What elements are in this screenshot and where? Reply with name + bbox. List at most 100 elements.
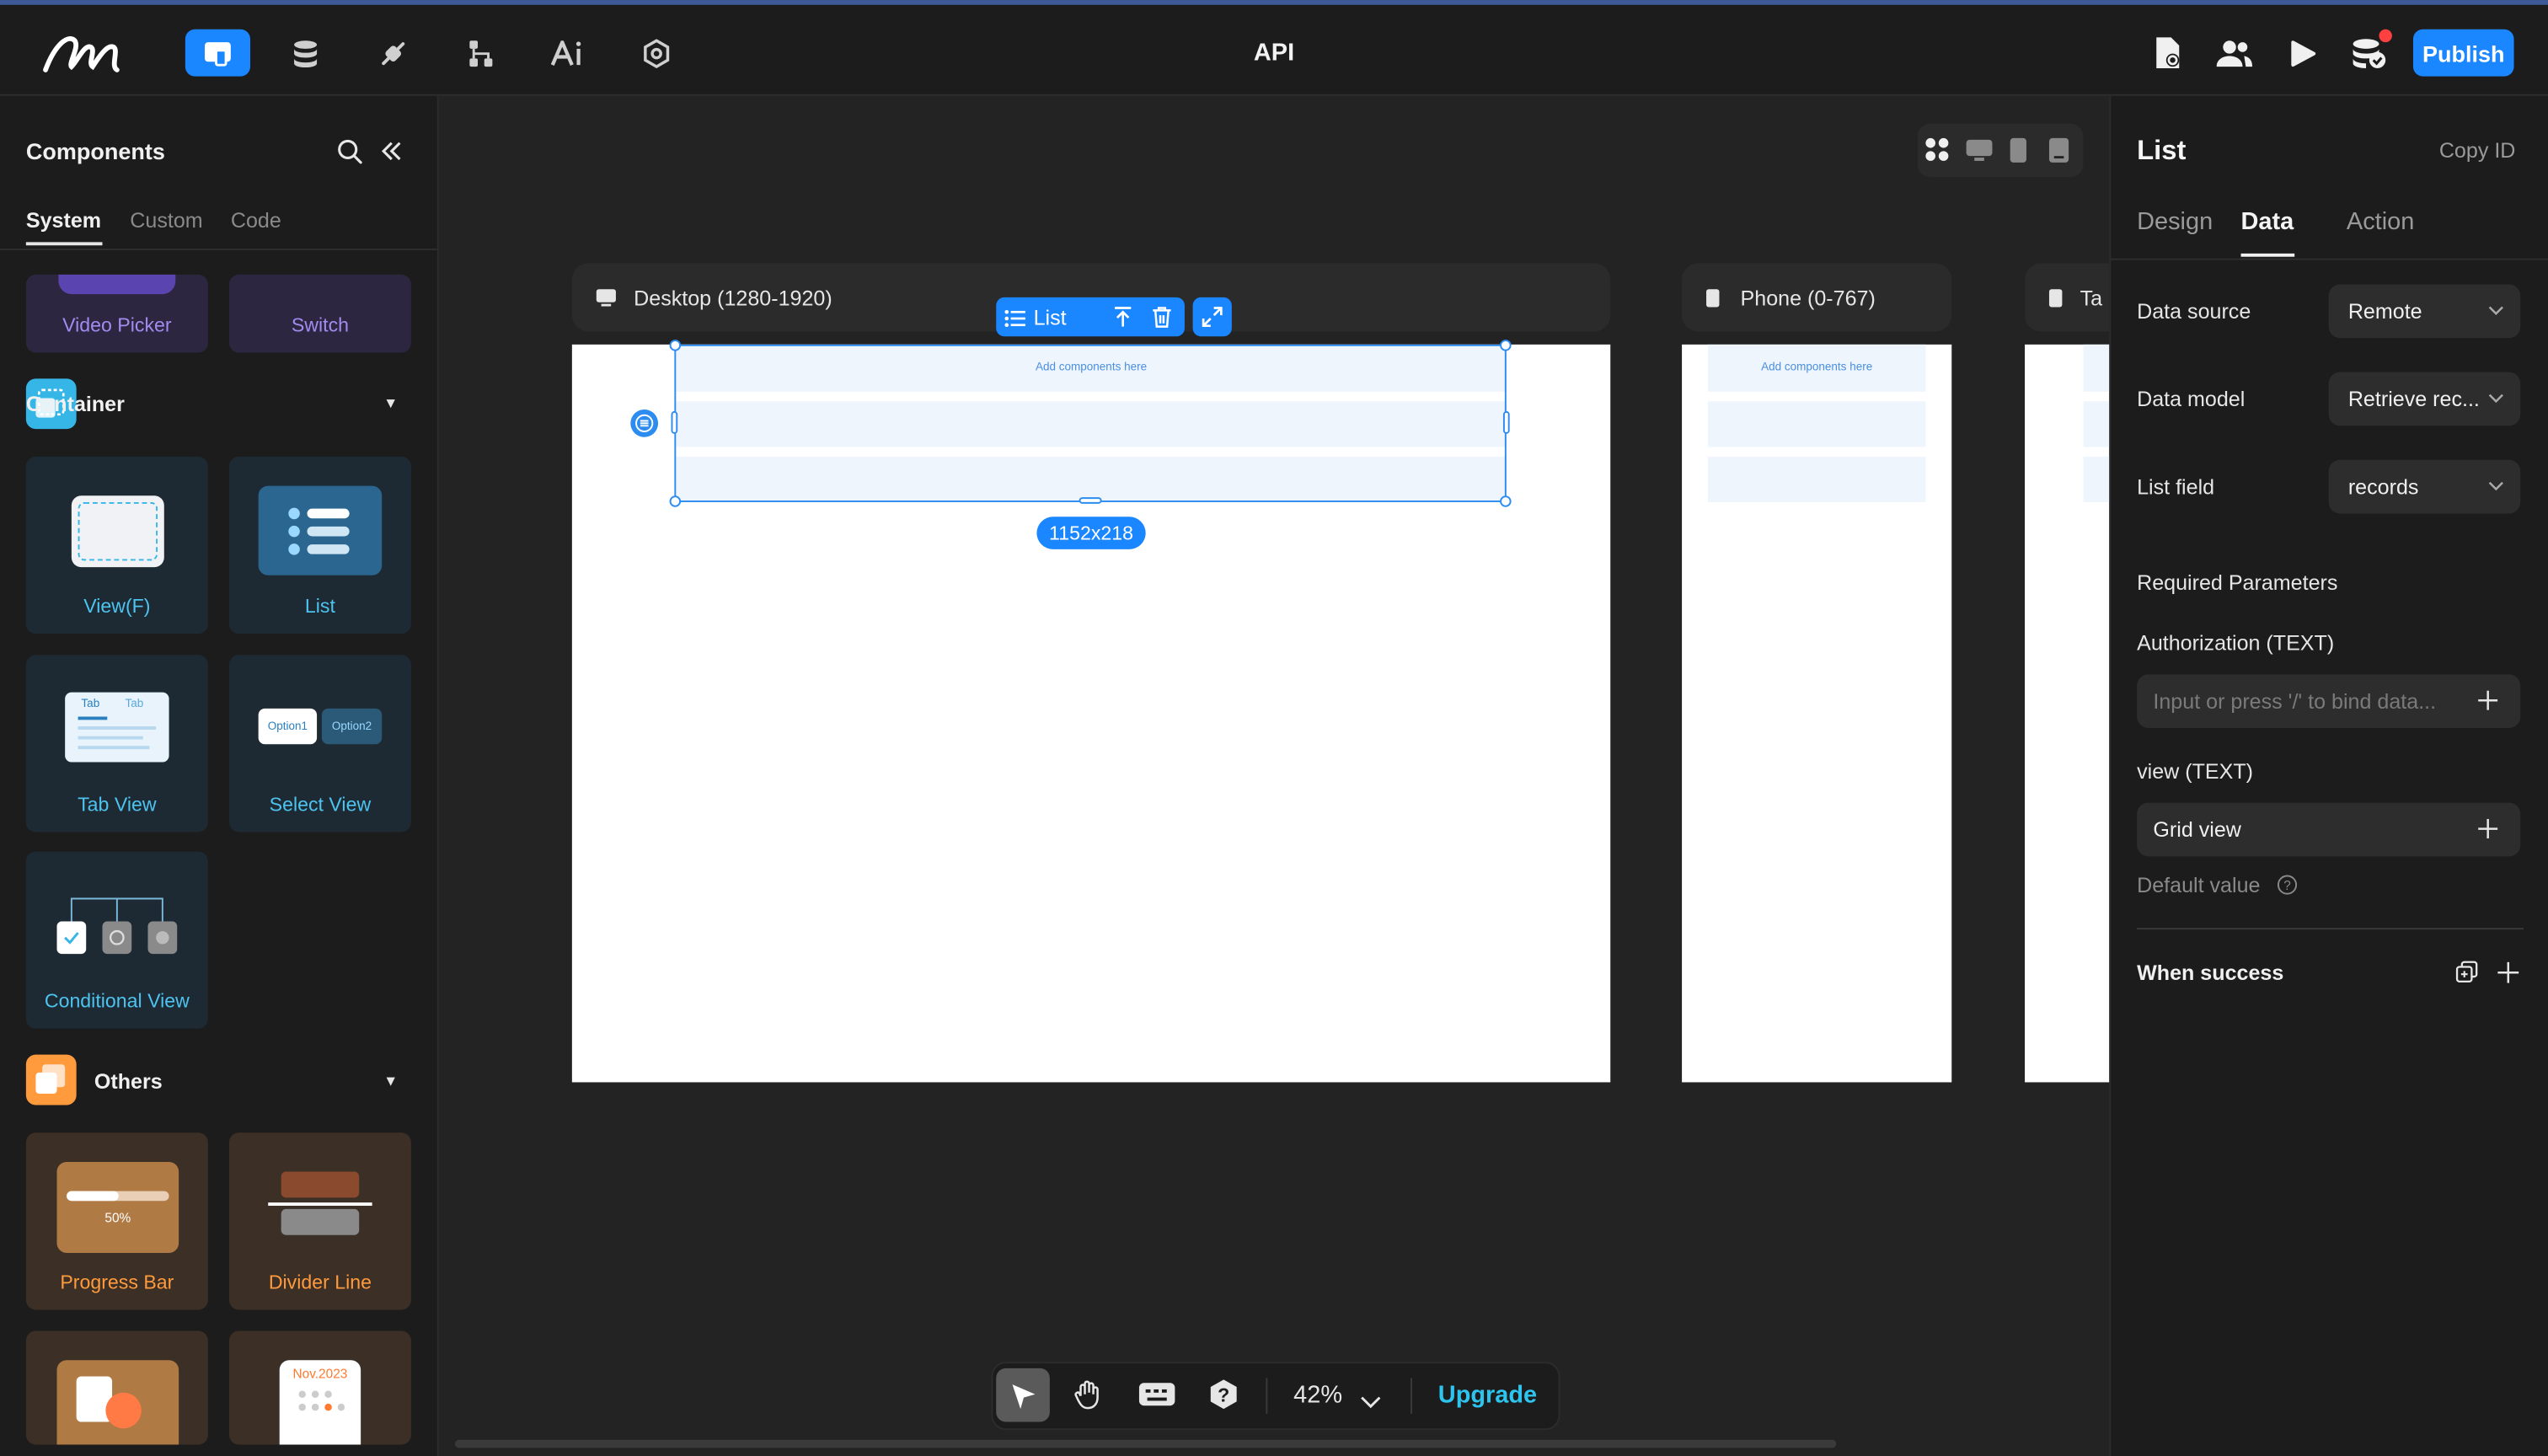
move-to-top-icon[interactable] (1111, 306, 1134, 337)
calendar-preview: Nov.2023 (279, 1360, 361, 1445)
tab-action[interactable]: Action (2347, 208, 2414, 236)
caret-down-icon[interactable]: ▼ (383, 1073, 398, 1089)
list-item-slot[interactable] (2083, 344, 2110, 392)
progress-text: 50% (104, 1210, 131, 1226)
component-card[interactable] (25, 1330, 208, 1445)
pages-icon[interactable] (185, 29, 251, 77)
selection-label[interactable]: List (1034, 306, 1067, 330)
section-title: Container (25, 391, 125, 416)
plugin-icon[interactable] (361, 29, 426, 77)
selection-outline[interactable] (674, 344, 1507, 502)
database-icon[interactable] (273, 29, 338, 77)
tab-custom[interactable]: Custom (130, 208, 202, 233)
desktop-view-icon[interactable] (1965, 138, 1994, 171)
data-source-select[interactable]: Remote (2328, 284, 2521, 339)
component-card[interactable]: Video Picker (25, 274, 208, 353)
select-value: Retrieve rec... (2347, 387, 2480, 411)
tab-code[interactable]: Code (231, 208, 281, 233)
component-card[interactable]: Switch (228, 274, 411, 353)
users-icon[interactable] (2213, 33, 2256, 75)
list-item-slot[interactable] (1707, 456, 1926, 502)
data-model-select[interactable]: Retrieve rec... (2328, 372, 2521, 426)
component-card-view[interactable]: View(F) (25, 456, 208, 634)
upgrade-button[interactable]: Upgrade (1438, 1381, 1537, 1409)
component-label: Select View (269, 793, 372, 816)
tab-design[interactable]: Design (2137, 208, 2213, 236)
video-picker-preview (58, 274, 176, 295)
tablet-view-icon[interactable] (2009, 136, 2028, 172)
tablet-frame-header[interactable]: Ta (2025, 263, 2110, 332)
phone-view-icon[interactable] (2048, 136, 2070, 172)
component-card-list[interactable]: List (228, 456, 411, 634)
component-card-tab-view[interactable]: Tab Tab Tab View (25, 655, 208, 832)
component-label: Switch (291, 313, 350, 337)
delete-icon[interactable] (1150, 306, 1173, 337)
phone-frame[interactable]: Add components here (1682, 344, 1952, 1083)
monitor-icon (596, 289, 616, 307)
field-label: view (TEXT) (2137, 758, 2254, 784)
list-field-select[interactable]: records (2328, 459, 2521, 514)
keyboard-icon[interactable] (1138, 1379, 1176, 1416)
resize-handle[interactable] (1500, 495, 1512, 507)
divider-preview-bottom (281, 1208, 360, 1235)
tablet-frame-clip: Ta (2025, 263, 2110, 1083)
chevron-down-icon[interactable] (1360, 1388, 1381, 1417)
field-label: Authorization (TEXT) (2137, 630, 2335, 656)
list-item-slot[interactable] (2083, 456, 2110, 502)
resize-handle[interactable] (1500, 340, 1512, 351)
copy-action-icon[interactable] (2455, 961, 2478, 992)
placeholder-text: Add components here (1761, 362, 1873, 374)
list-item-slot[interactable]: Add components here (1707, 344, 1926, 392)
ai-icon[interactable] (536, 29, 601, 77)
phone-frame-header[interactable]: Phone (0-767) (1682, 263, 1952, 332)
tab-system[interactable]: System (26, 208, 101, 233)
publish-button[interactable]: Publish (2412, 29, 2514, 77)
tab-data[interactable]: Data (2241, 208, 2294, 236)
chevron-down-icon (2488, 481, 2503, 491)
component-card-progress-bar[interactable]: 50% Progress Bar (25, 1132, 208, 1310)
copy-id-button[interactable]: Copy ID (2439, 138, 2516, 163)
component-preview (56, 1360, 179, 1445)
component-card-divider-line[interactable]: Divider Line (228, 1132, 411, 1310)
component-card-select-view[interactable]: Option1 Option2 Select View (228, 655, 411, 832)
component-card[interactable]: Nov.2023 (228, 1330, 411, 1445)
grid-view-icon[interactable] (1924, 136, 1950, 171)
add-action-icon[interactable] (2497, 961, 2519, 992)
list-item-slot[interactable] (2083, 401, 2110, 447)
resize-handle[interactable] (669, 340, 682, 351)
search-icon[interactable] (336, 138, 362, 173)
tablet-frame[interactable] (2025, 344, 2110, 1083)
workflow-icon[interactable] (448, 29, 513, 77)
active-tab-indicator (2240, 253, 2295, 257)
divider-preview-top (281, 1171, 360, 1198)
divider (0, 249, 437, 251)
authorization-input[interactable]: Input or press '/' to bind data... (2137, 674, 2521, 729)
size-badge: 1152x218 (1036, 517, 1146, 549)
resize-handle-side[interactable] (1502, 410, 1510, 434)
list-preview (258, 485, 383, 575)
zoom-level[interactable]: 42% (1293, 1381, 1342, 1409)
help-icon[interactable]: ? (1207, 1378, 1240, 1418)
list-indicator-icon[interactable] (630, 410, 659, 437)
help-icon[interactable]: ? (2277, 875, 2298, 904)
expand-icon[interactable] (1192, 297, 1232, 337)
resize-handle[interactable] (669, 495, 682, 507)
resize-handle-side[interactable] (671, 410, 678, 434)
view-input[interactable]: Grid view (2137, 802, 2521, 857)
tablet-icon (2048, 288, 2063, 307)
hand-tool-icon[interactable] (1073, 1378, 1105, 1418)
preview-play-icon[interactable] (2282, 33, 2324, 75)
list-item-slot[interactable] (1707, 401, 1926, 447)
settings-icon[interactable] (624, 29, 689, 77)
collapse-panel-icon[interactable] (378, 138, 404, 173)
progress-bar-preview: 50% (56, 1161, 179, 1253)
pointer-tool-icon[interactable] (996, 1368, 1050, 1422)
component-card-conditional-view[interactable]: Conditional View (25, 851, 208, 1029)
app-logo-icon[interactable] (39, 28, 123, 77)
tab-view-preview: Tab Tab (65, 692, 169, 763)
others-section-icon (25, 1054, 77, 1105)
resize-handle-bottom[interactable] (1079, 497, 1102, 504)
horizontal-scrollbar[interactable] (455, 1439, 1837, 1448)
caret-down-icon[interactable]: ▼ (383, 395, 398, 411)
page-settings-icon[interactable] (2147, 33, 2189, 75)
